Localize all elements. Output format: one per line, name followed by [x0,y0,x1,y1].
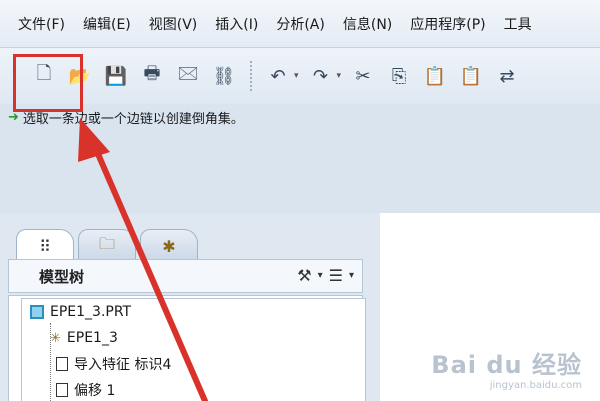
undo-icon[interactable]: ↶ [264,62,292,90]
tree-show-icon[interactable]: ☰ [329,266,343,285]
redo-icon[interactable]: ↷ [307,62,335,90]
tree-settings-dropdown-icon[interactable]: ▾ [318,270,323,281]
menu-tools[interactable]: 工具 [504,14,532,34]
feature-icon [56,383,68,397]
model-tree: EPE1_3.PRT ✳ EPE1_3 导入特征 标识4 偏移 1 [8,295,366,401]
tree-item-label: 偏移 1 [74,383,116,399]
paste-icon[interactable]: 📋 [421,62,449,90]
part-icon [30,305,44,319]
send-icon[interactable]: 🖂 [174,62,202,90]
regenerate-icon[interactable]: ⇄ [493,62,521,90]
status-message: ➜ 选取 一条边或一个边链以创建倒角集。 [0,108,244,127]
favorites-icon: ✱ [162,237,176,256]
tree-item-label: EPE1_3 [66,330,118,346]
toolbar: 🗋 📂 💾 🖶 🖂 ⛓ ↶ ▾ ↷ ▾ ✂ ⎘ 📋 📋 ⇄ [0,48,600,104]
menu-applications[interactable]: 应用程序(P) [410,14,485,34]
navigator-panel: ⠿ 🗀 ✱ 模型树 ⚒ ▾ ☰ ▾ EPE1_3.PRT ✳ EPE1_3 导入… [0,213,380,401]
tree-item-label: EPE1_3.PRT [50,304,132,320]
copy-icon[interactable]: ⎘ [385,62,413,90]
status-text: 一条边或一个边链以创建倒角集。 [48,111,244,127]
feature-icon [56,357,68,371]
menu-file[interactable]: 文件(F) [18,14,65,34]
tree-item-label: 导入特征 标识4 [74,357,172,373]
redo-dropdown-icon[interactable]: ▾ [337,71,342,81]
undo-dropdown-icon[interactable]: ▾ [294,71,299,81]
menu-edit[interactable]: 编辑(E) [83,14,131,34]
tree-item-import[interactable]: 导入特征 标识4 [56,353,171,375]
toolbar-separator [250,61,252,91]
link-icon[interactable]: ⛓ [210,62,238,90]
model-tree-header: 模型树 ⚒ ▾ ☰ ▾ [8,259,363,293]
menu-bar: 文件(F) 编辑(E) 视图(V) 插入(I) 分析(A) 信息(N) 应用程序… [0,0,600,48]
model-tree-title: 模型树 [39,267,85,286]
model-tree-tab-icon: ⠿ [39,237,51,256]
paste-special-icon[interactable]: 📋 [457,62,485,90]
print-icon[interactable]: 🖶 [138,62,166,90]
status-prefix: 选取 [22,111,49,127]
graphics-window[interactable]: Bai du 经验 jingyan.baidu.com [380,213,600,401]
highlight-box [13,54,83,112]
menu-view[interactable]: 视图(V) [149,14,198,34]
watermark-logo: Bai du 经验 [431,351,582,379]
tree-item-part[interactable]: EPE1_3.PRT [30,301,131,323]
csys-icon: ✳ [50,330,61,346]
folder-browser-tab[interactable]: 🗀 [78,229,136,263]
folder-icon: 🗀 [98,234,115,253]
model-tree-tools: ⚒ ▾ ☰ ▾ [291,266,354,285]
navigator-tabs: ⠿ 🗀 ✱ [16,223,202,263]
save-icon[interactable]: 💾 [102,62,130,90]
cut-icon[interactable]: ✂ [349,62,377,90]
menu-info[interactable]: 信息(N) [343,14,392,34]
tree-item-csys[interactable]: ✳ EPE1_3 [50,327,118,349]
tree-show-dropdown-icon[interactable]: ▾ [349,270,354,281]
menu-analysis[interactable]: 分析(A) [276,14,325,34]
tree-settings-icon[interactable]: ⚒ [297,266,311,285]
watermark: Bai du 经验 jingyan.baidu.com [431,345,582,391]
model-tree-tab[interactable]: ⠿ [16,229,74,263]
model-tree-list: EPE1_3.PRT ✳ EPE1_3 导入特征 标识4 偏移 1 [21,298,366,401]
prompt-arrow-icon: ➜ [8,109,19,125]
favorites-tab[interactable]: ✱ [140,229,198,263]
tree-item-offset[interactable]: 偏移 1 [56,379,115,401]
watermark-url: jingyan.baidu.com [489,380,582,391]
menu-insert[interactable]: 插入(I) [215,14,258,34]
